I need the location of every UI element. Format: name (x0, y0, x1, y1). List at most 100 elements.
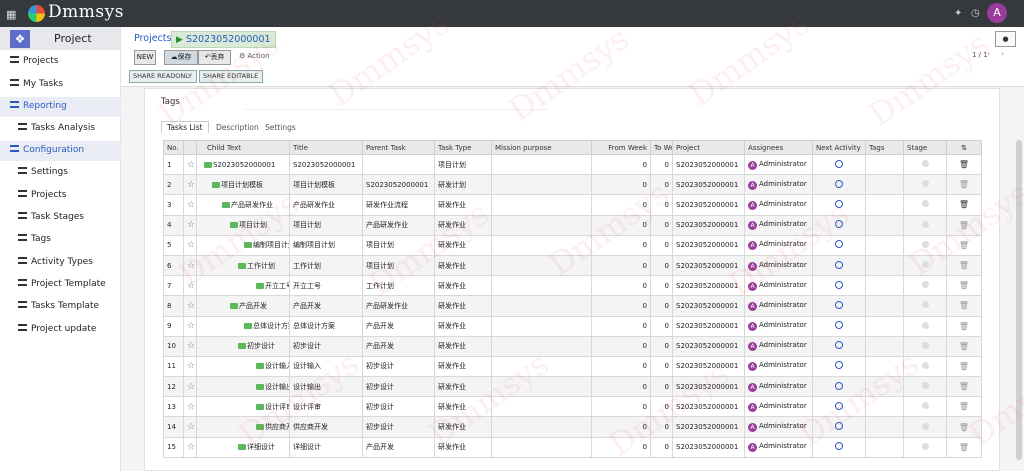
cell-type[interactable]: 研发作业 (434, 275, 492, 297)
cell-star[interactable]: ☆ (183, 335, 197, 357)
cell-stage[interactable] (903, 436, 947, 458)
cell-to[interactable]: 0 (650, 275, 673, 297)
cell-from[interactable]: 0 (591, 355, 651, 378)
cell-no[interactable]: 4 (163, 214, 184, 236)
activity-clock-icon[interactable] (835, 179, 843, 188)
stage-status-icon[interactable] (921, 361, 929, 369)
folder-icon[interactable] (244, 323, 252, 330)
sidebar-item-tasks-template[interactable]: Tasks Template (18, 301, 99, 311)
sidebar-item-project-template[interactable]: Project Template (18, 279, 106, 289)
cell-tags[interactable] (865, 416, 904, 438)
trash-icon[interactable]: 🗑 (959, 322, 969, 331)
cell-project[interactable]: S2023052000001 (672, 214, 745, 236)
sidebar-item-project-update[interactable]: Project update (18, 324, 96, 334)
cell-type[interactable]: 研发作业 (434, 295, 492, 317)
sidebar-item-tasks-analysis[interactable]: Tasks Analysis (18, 123, 95, 133)
cell-star[interactable]: ☆ (183, 416, 197, 438)
cell-parent[interactable]: 初步设计 (362, 396, 435, 418)
stage-status-icon[interactable] (921, 160, 929, 168)
table-row[interactable]: 11 ☆ 设计输入设计输入 初步设计 研发作业 0 0 S2023052000001 AAdmi… (163, 355, 982, 378)
activity-clock-icon[interactable] (835, 240, 843, 249)
star-icon[interactable]: ☆ (187, 200, 195, 210)
cell-no[interactable]: 13 (163, 396, 184, 418)
cell-tags[interactable] (865, 436, 904, 458)
star-icon[interactable]: ☆ (187, 321, 195, 331)
cell-type[interactable]: 研发作业 (434, 376, 492, 398)
cell-to[interactable]: 0 (650, 396, 673, 418)
tab-description[interactable]: Description (216, 123, 259, 132)
trash-icon[interactable]: 🗑 (959, 221, 969, 230)
cell-from[interactable]: 0 (591, 275, 651, 297)
stage-status-icon[interactable] (921, 321, 929, 329)
cell-stage[interactable] (903, 275, 947, 297)
cell-to[interactable]: 0 (650, 315, 673, 337)
cell-tags[interactable] (865, 214, 904, 236)
cell-tags[interactable] (865, 295, 904, 317)
cell-mission[interactable] (491, 275, 592, 297)
stage-status-icon[interactable] (921, 301, 929, 309)
cell-mission[interactable] (491, 234, 592, 256)
cell-star[interactable]: ☆ (183, 194, 197, 216)
tab-tasks-list[interactable]: Tasks List (161, 121, 209, 133)
cell-project[interactable]: S2023052000001 (672, 396, 745, 418)
col-optional-columns-icon[interactable]: ⇅ (946, 140, 982, 155)
cell-child[interactable]: 设计评审 (196, 396, 290, 418)
cell-activity[interactable] (812, 376, 866, 398)
cell-star[interactable]: ☆ (183, 396, 197, 418)
cell-no[interactable]: 15 (163, 436, 184, 458)
table-row[interactable]: 10 ☆ 初步设计 初步设计 产品开发 研发作业 0 0 S2023052000001 A Admi… (163, 335, 982, 357)
cell-from[interactable]: 0 (591, 234, 651, 256)
folder-icon[interactable] (256, 363, 264, 370)
cell-type[interactable]: 项目计划 (434, 153, 492, 176)
cell-no[interactable]: 9 (163, 315, 184, 337)
cell-title[interactable]: 设计评审 (289, 396, 363, 418)
cell-delete[interactable]: 🗑 (946, 174, 982, 196)
share-readonly-button[interactable]: SHARE READONLY (129, 70, 197, 83)
cell-title[interactable]: 编制项目计划 (289, 234, 363, 256)
cell-assignee[interactable]: A Administrator (744, 194, 813, 216)
cell-delete[interactable]: 🗑 (946, 254, 982, 277)
trash-icon[interactable]: 🗑 (959, 180, 969, 189)
cell-star[interactable]: ☆ (183, 234, 197, 256)
cell-star[interactable]: ☆ (183, 376, 197, 398)
cell-to[interactable]: 0 (650, 355, 673, 378)
cell-star[interactable]: ☆ (183, 436, 197, 458)
stage-status-icon[interactable] (921, 422, 929, 430)
folder-icon[interactable] (238, 444, 246, 451)
table-row[interactable]: 1 ☆ S2023052000001 S2023052000001 项目计划 0 0 S202… (163, 153, 982, 176)
cell-activity[interactable] (812, 396, 866, 418)
new-button[interactable]: NEW (134, 50, 156, 65)
cell-project[interactable]: S2023052000001 (672, 234, 745, 256)
cell-to[interactable]: 0 (650, 295, 673, 317)
stage-status-icon[interactable] (921, 200, 929, 208)
cell-delete[interactable]: 🗑 (946, 315, 982, 337)
cell-tags[interactable] (865, 315, 904, 337)
cell-child[interactable]: 工作计划 (196, 254, 290, 277)
cell-activity[interactable] (812, 436, 866, 458)
folder-icon[interactable] (230, 302, 238, 309)
cell-to[interactable]: 0 (650, 194, 673, 216)
col-stage[interactable]: Stage (903, 140, 947, 155)
cell-assignee[interactable]: A Administrator (744, 436, 813, 458)
cell-stage[interactable] (903, 234, 947, 256)
tags-field[interactable] (245, 95, 547, 110)
cell-from[interactable]: 0 (591, 315, 651, 337)
cell-delete[interactable]: 🗑 (946, 396, 982, 418)
sidebar-item-settings[interactable]: Settings (18, 167, 68, 177)
cell-tags[interactable] (865, 234, 904, 256)
table-row[interactable]: 12 ☆ 设计输出设计输出 初步设计 研发作业 0 0 S2023052000001 AAdmi… (163, 376, 982, 398)
stage-status-icon[interactable] (921, 341, 929, 349)
trash-icon[interactable]: 🗑 (959, 382, 969, 391)
col-no[interactable]: No. (163, 140, 184, 155)
cell-child[interactable]: 设计输入 (196, 355, 290, 378)
cell-assignee[interactable]: A Administrator (744, 234, 813, 256)
cell-project[interactable]: S2023052000001 (672, 153, 745, 176)
cell-star[interactable]: ☆ (183, 174, 197, 196)
discard-button[interactable]: ↶丢弃 (198, 50, 231, 65)
cell-assignee[interactable]: A Administrator (744, 275, 813, 297)
cell-tags[interactable] (865, 153, 904, 176)
cell-star[interactable]: ☆ (183, 295, 197, 317)
cell-title[interactable]: 产品研发作业 (289, 194, 363, 216)
cell-assignee[interactable]: A Administrator (744, 153, 813, 176)
cell-from[interactable]: 0 (591, 335, 651, 357)
